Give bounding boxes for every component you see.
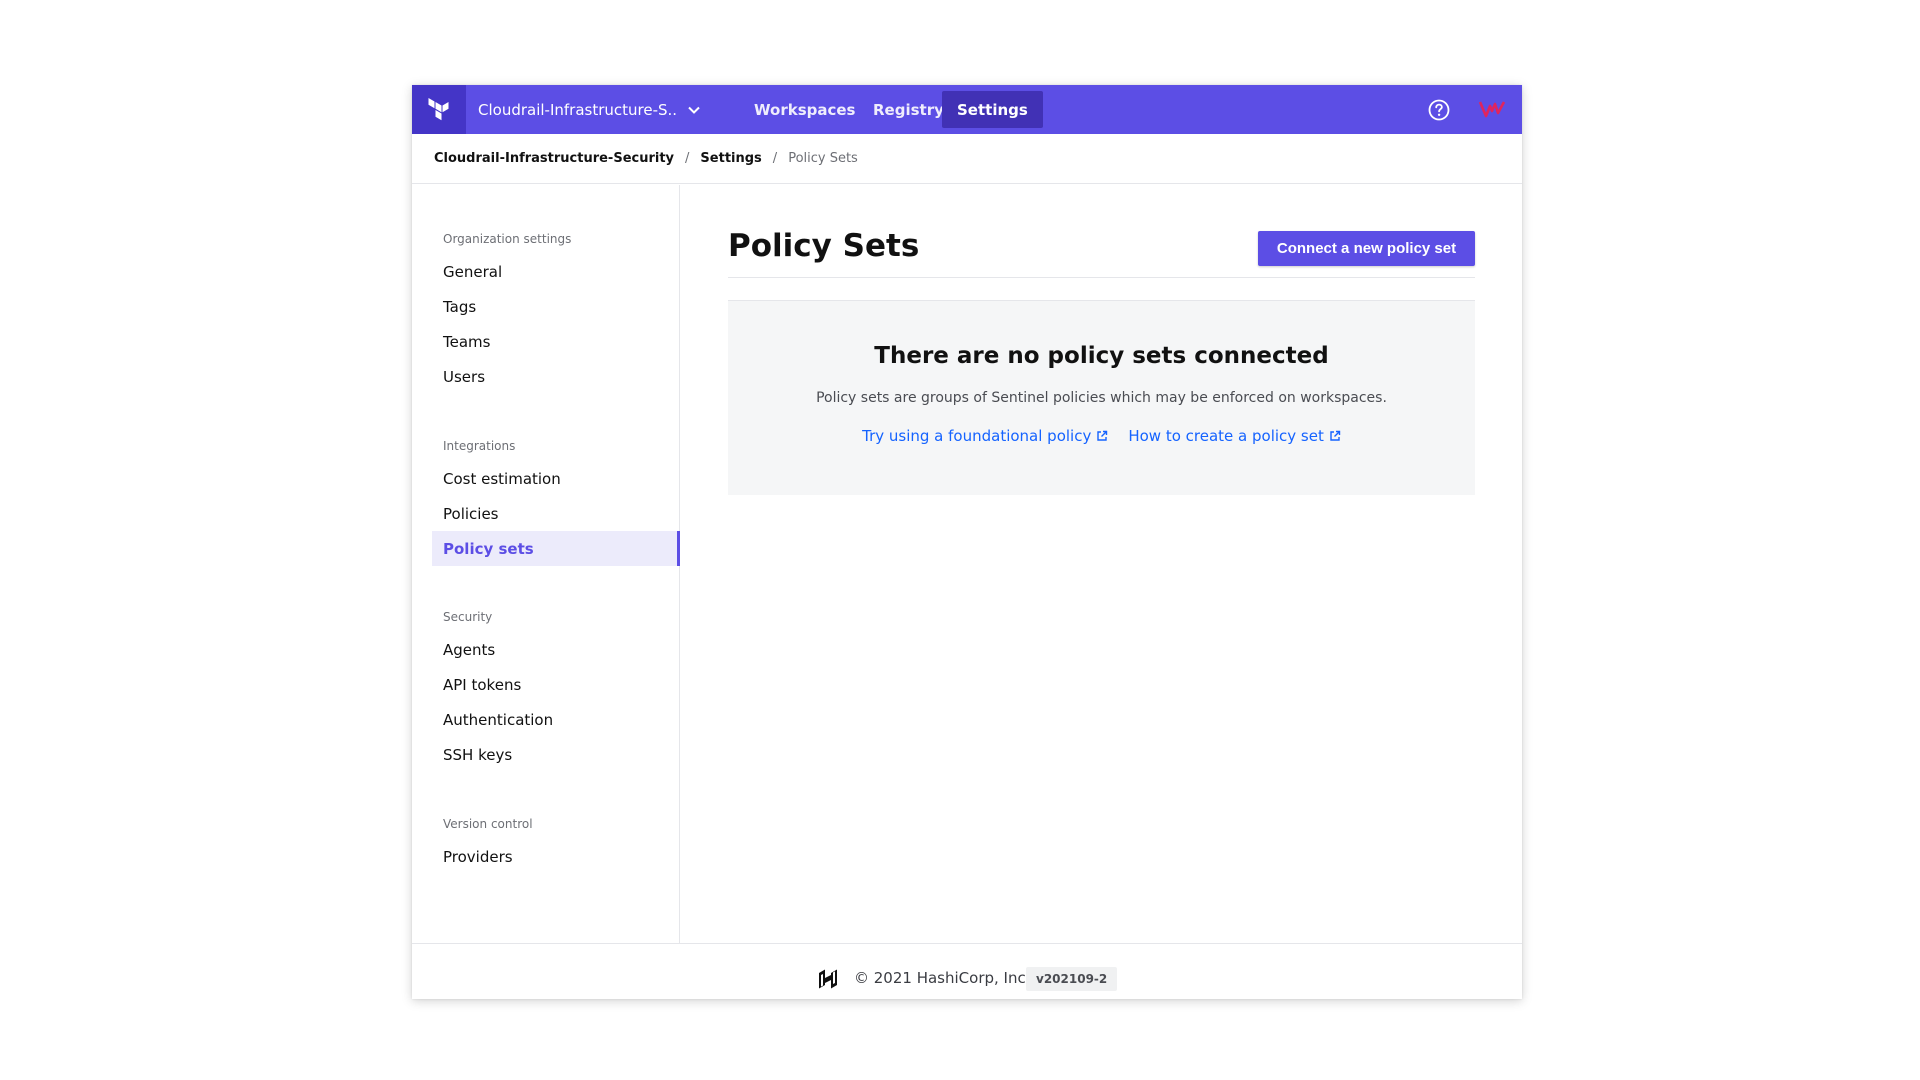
external-link-icon bbox=[1329, 430, 1341, 442]
foundational-policy-link-label: Try using a foundational policy bbox=[862, 427, 1092, 445]
top-navigation: Cloudrail-Infrastructure-S... Workspaces… bbox=[412, 85, 1522, 134]
breadcrumb-separator: / bbox=[772, 151, 778, 166]
nav-workspaces[interactable]: Workspaces bbox=[739, 91, 870, 128]
breadcrumb-current: Policy Sets bbox=[788, 151, 858, 166]
breadcrumb-organization[interactable]: Cloudrail-Infrastructure-Security bbox=[434, 151, 674, 166]
copyright-text: © 2021 HashiCorp, Inc. bbox=[854, 969, 1031, 987]
breadcrumb-separator: / bbox=[685, 151, 690, 166]
organization-name: Cloudrail-Infrastructure-S... bbox=[478, 100, 678, 119]
sidebar-section-organization-settings: Organization settings bbox=[443, 232, 572, 246]
sidebar-item-general[interactable]: General bbox=[432, 254, 680, 289]
user-avatar-icon bbox=[1479, 101, 1505, 118]
page-title: Policy Sets bbox=[728, 228, 920, 264]
sidebar-item-authentication[interactable]: Authentication bbox=[432, 702, 680, 737]
connect-policy-set-button[interactable]: Connect a new policy set bbox=[1258, 231, 1475, 266]
create-policy-set-link[interactable]: How to create a policy set bbox=[1128, 427, 1341, 445]
sidebar-item-users[interactable]: Users bbox=[432, 359, 680, 394]
sidebar-item-ssh-keys[interactable]: SSH keys bbox=[432, 737, 680, 772]
external-link-icon bbox=[1096, 430, 1108, 442]
sidebar-item-policy-sets[interactable]: Policy sets bbox=[432, 531, 680, 566]
nav-settings[interactable]: Settings bbox=[942, 91, 1043, 128]
chevron-down-icon bbox=[688, 106, 700, 114]
sidebar-section-integrations: Integrations bbox=[443, 439, 516, 453]
empty-state-title: There are no policy sets connected bbox=[874, 343, 1329, 369]
breadcrumb: Cloudrail-Infrastructure-Security / Sett… bbox=[412, 134, 1522, 184]
breadcrumb-settings[interactable]: Settings bbox=[700, 151, 761, 166]
title-divider bbox=[728, 277, 1475, 278]
home-logo-button[interactable] bbox=[412, 85, 466, 134]
sidebar-section-security: Security bbox=[443, 610, 493, 624]
empty-state-panel: There are no policy sets connected Polic… bbox=[728, 300, 1475, 495]
settings-sidebar: Organization settings General Tags Teams… bbox=[412, 185, 680, 944]
sidebar-section-version-control: Version control bbox=[443, 817, 533, 831]
sidebar-item-policies[interactable]: Policies bbox=[432, 496, 680, 531]
sidebar-item-agents[interactable]: Agents bbox=[432, 632, 680, 667]
hashicorp-logo-icon bbox=[819, 969, 837, 989]
empty-state-description: Policy sets are groups of Sentinel polic… bbox=[816, 390, 1387, 406]
app-window: Cloudrail-Infrastructure-S... Workspaces… bbox=[412, 85, 1522, 999]
empty-state-links: Try using a foundational policy How to c… bbox=[728, 427, 1475, 445]
organization-switcher[interactable]: Cloudrail-Infrastructure-S... bbox=[478, 85, 700, 134]
sidebar-item-teams[interactable]: Teams bbox=[432, 324, 680, 359]
sidebar-item-api-tokens[interactable]: API tokens bbox=[432, 667, 680, 702]
user-menu-button[interactable] bbox=[1478, 97, 1506, 121]
sidebar-item-cost-estimation[interactable]: Cost estimation bbox=[432, 461, 680, 496]
sidebar-item-providers[interactable]: Providers bbox=[432, 839, 680, 874]
sidebar-item-tags[interactable]: Tags bbox=[432, 289, 680, 324]
foundational-policy-link[interactable]: Try using a foundational policy bbox=[862, 427, 1108, 445]
create-policy-set-link-label: How to create a policy set bbox=[1128, 427, 1324, 445]
terraform-logo-icon bbox=[428, 97, 449, 120]
help-icon bbox=[1428, 99, 1450, 121]
footer: © 2021 HashiCorp, Inc. v202109-2 bbox=[412, 943, 1522, 999]
version-badge: v202109-2 bbox=[1026, 967, 1118, 991]
help-button[interactable] bbox=[1427, 98, 1451, 122]
